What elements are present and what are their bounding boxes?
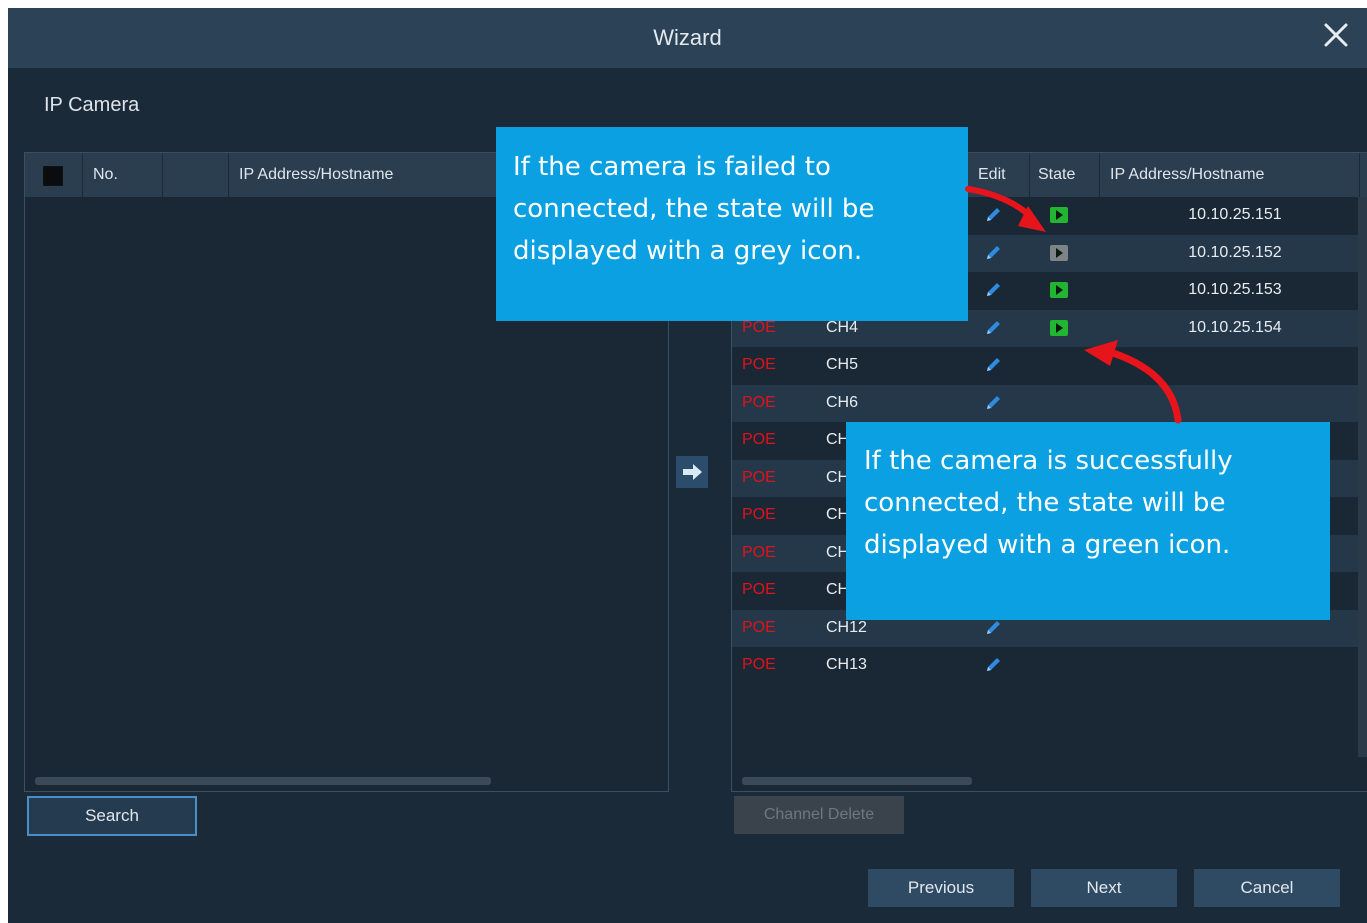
select-all-cell: [25, 153, 83, 197]
select-all-checkbox[interactable]: [43, 166, 63, 186]
callout-line: If the camera is successfully: [864, 446, 1233, 476]
column-header-state[interactable]: State: [1030, 153, 1100, 197]
callout-line: connected, the state will be: [513, 194, 875, 224]
horizontal-scrollbar[interactable]: [742, 777, 972, 785]
channel-name: CH4: [826, 318, 859, 336]
next-button[interactable]: Next: [1031, 869, 1177, 907]
channel-type: POE: [742, 506, 776, 523]
channel-name: CH6: [826, 393, 859, 411]
channel-type: POE: [742, 581, 776, 598]
state-green-icon: [1050, 207, 1068, 223]
channel-type: POE: [742, 431, 776, 448]
channel-type: POE: [742, 393, 776, 411]
state-green-icon: [1050, 319, 1068, 336]
pencil-icon[interactable]: [984, 281, 1002, 299]
channel-type: POE: [742, 356, 776, 373]
channel-type: POE: [742, 618, 776, 636]
cancel-button[interactable]: Cancel: [1194, 869, 1340, 907]
vertical-scrollbar[interactable]: [1358, 197, 1367, 757]
column-header-blank: [163, 153, 229, 197]
channel-name: CH13: [826, 656, 867, 673]
callout-line: displayed with a green icon.: [864, 530, 1231, 560]
search-button[interactable]: Search: [27, 796, 197, 836]
channel-name: CH5: [826, 356, 859, 373]
callout-line: displayed with a grey icon.: [513, 236, 863, 266]
channel-name: CH12: [826, 618, 867, 636]
pencil-icon[interactable]: [984, 394, 1002, 412]
channel-type: POE: [742, 656, 776, 673]
add-camera-button[interactable]: [676, 456, 708, 488]
state-green-icon: [1050, 282, 1068, 298]
callout-line: If the camera is failed to: [513, 152, 831, 182]
section-title: IP Camera: [44, 94, 140, 116]
column-header-no[interactable]: No.: [83, 153, 163, 197]
table-row[interactable]: POE CH13: [732, 647, 1367, 684]
state-grey-icon: [1050, 244, 1068, 261]
arrow-right-icon: [683, 464, 702, 480]
channel-type: POE: [742, 543, 776, 561]
close-icon[interactable]: [1319, 18, 1353, 52]
ip-address: 10.10.25.153: [1188, 281, 1282, 298]
previous-button[interactable]: Previous: [868, 869, 1014, 907]
table-row[interactable]: POE CH5: [732, 347, 1367, 384]
ip-address: 10.10.25.151: [1188, 206, 1282, 223]
channel-type: POE: [742, 318, 776, 336]
title-bar: Wizard: [8, 8, 1367, 68]
pencil-icon[interactable]: [984, 244, 1002, 262]
pencil-icon[interactable]: [984, 619, 1002, 637]
success-state-callout: If the camera is successfully connected,…: [846, 422, 1330, 620]
column-header-edit[interactable]: Edit: [968, 153, 1030, 197]
window-title: Wizard: [653, 25, 722, 50]
horizontal-scrollbar[interactable]: [35, 777, 491, 785]
column-header-ip[interactable]: IP Address/Hostname: [229, 153, 499, 197]
pencil-icon[interactable]: [984, 656, 1002, 674]
ip-address: 10.10.25.154: [1188, 318, 1282, 336]
column-header-ip[interactable]: IP Address/Hostname: [1100, 153, 1360, 197]
failed-state-callout: If the camera is failed to connected, th…: [496, 127, 968, 321]
channel-type: POE: [742, 468, 776, 486]
callout-line: connected, the state will be: [864, 488, 1226, 518]
pencil-icon[interactable]: [984, 356, 1002, 374]
pencil-icon[interactable]: [984, 319, 1002, 337]
ip-address: 10.10.25.152: [1188, 243, 1282, 261]
channel-delete-button[interactable]: Channel Delete: [734, 796, 904, 834]
pencil-icon[interactable]: [984, 206, 1002, 224]
table-row[interactable]: POE CH6: [732, 384, 1367, 422]
